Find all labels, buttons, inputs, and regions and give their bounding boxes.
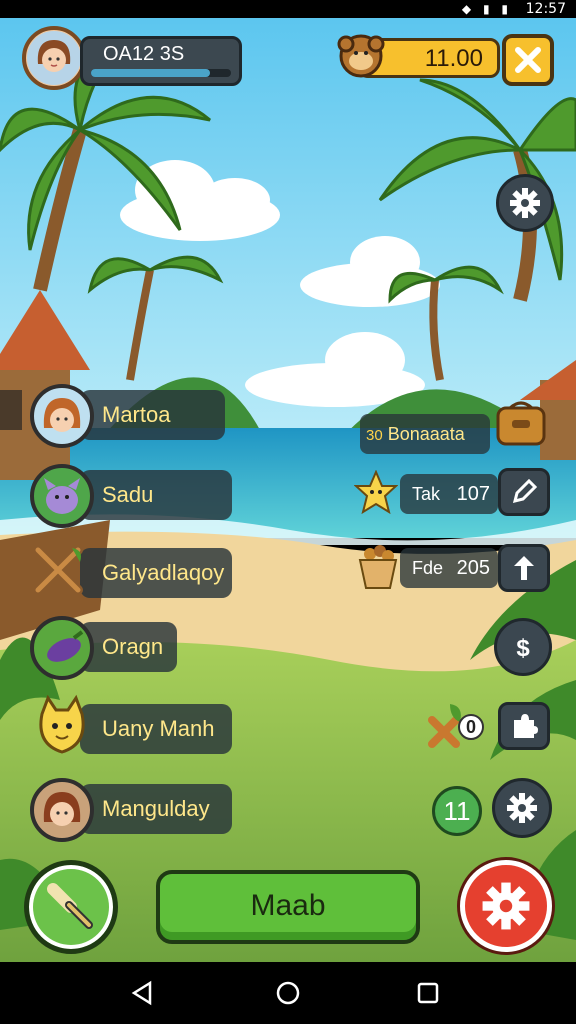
- navigation-bar: [0, 962, 576, 1024]
- pencil-icon: [512, 479, 537, 504]
- player-row[interactable]: Oragn: [80, 622, 177, 672]
- currency-value: 11.00: [424, 45, 483, 72]
- player-row[interactable]: Martoa: [80, 390, 225, 440]
- player-name: Martoa: [102, 402, 171, 427]
- resource-label: Fde: [412, 558, 444, 578]
- crossed-tools-icon: [28, 540, 88, 600]
- player-name: Oragn: [102, 634, 164, 659]
- home-button[interactable]: [274, 979, 302, 1007]
- edit-button[interactable]: [498, 468, 550, 516]
- recents-square-icon: [417, 982, 439, 1004]
- player-name: Sadu: [102, 482, 154, 507]
- bonus-prefix: 30: [366, 427, 383, 444]
- profile-name: OA12 3S: [103, 43, 185, 65]
- basket-icon: [356, 542, 400, 592]
- resource-label: Tak: [412, 484, 441, 504]
- player-avatar: [30, 616, 94, 680]
- profile-face-icon: [27, 31, 81, 85]
- resource-row[interactable]: Tak 107: [400, 474, 498, 514]
- main-action-button[interactable]: Maab: [156, 870, 420, 944]
- settings-button[interactable]: [496, 174, 554, 232]
- bonus-label: Bonaaata: [387, 424, 465, 444]
- puzzle-button[interactable]: [498, 702, 550, 750]
- player-avatar: [30, 464, 94, 528]
- bag-icon[interactable]: [494, 400, 548, 448]
- settings-big-button[interactable]: [460, 860, 552, 952]
- yellow-pet-icon: [32, 694, 92, 758]
- close-button[interactable]: [502, 34, 554, 86]
- girl-avatar-icon: [43, 792, 81, 826]
- player-row[interactable]: Galyadlaqoy: [80, 548, 232, 598]
- main-action-label: Maab: [250, 889, 326, 922]
- tool-button[interactable]: [24, 860, 118, 954]
- upgrade-button[interactable]: [498, 544, 550, 592]
- back-button[interactable]: [128, 979, 156, 1007]
- profile-avatar[interactable]: [22, 26, 86, 90]
- gear-icon: [510, 188, 540, 218]
- arrow-up-icon: [514, 556, 534, 580]
- signal-icons: ◆ ▮ ▮: [461, 2, 512, 16]
- back-triangle-icon: [131, 980, 152, 1006]
- svg-text:$: $: [516, 635, 530, 661]
- player-row[interactable]: Sadu: [80, 470, 232, 520]
- close-icon: [515, 47, 541, 73]
- eggplant-icon: [47, 630, 84, 662]
- player-name: Galyadlaqoy: [102, 560, 225, 585]
- game-scene: ◆ ▮ ▮ 12:57 OA12 3S 11.00 Martoa Sadu Ga…: [0, 0, 576, 1024]
- profile-progress-bar: [91, 69, 231, 77]
- gear-icon: [482, 882, 530, 930]
- player-row[interactable]: Mangulday: [80, 784, 232, 834]
- status-bar: ◆ ▮ ▮ 12:57: [0, 0, 576, 18]
- level-value: 11: [443, 796, 471, 826]
- recents-button[interactable]: [414, 979, 442, 1007]
- player-avatar: [30, 384, 94, 448]
- gear-icon: [507, 793, 537, 823]
- hammer-icon: [47, 883, 93, 929]
- item-count: 0: [465, 717, 476, 737]
- level-badge: 11: [432, 786, 482, 836]
- resource-value: 107: [456, 483, 490, 505]
- player-row[interactable]: Uany Manh: [80, 704, 232, 754]
- bonus-row[interactable]: 30 Bonaaata: [360, 414, 490, 454]
- status-time: 12:57: [525, 1, 566, 17]
- profile-progress-fill: [91, 69, 210, 77]
- puzzle-icon: [514, 714, 538, 738]
- options-button[interactable]: [492, 778, 552, 838]
- player-name: Mangulday: [102, 796, 210, 821]
- purple-creature-icon: [44, 478, 80, 514]
- player-avatar: [30, 778, 94, 842]
- shop-button[interactable]: $: [494, 618, 552, 676]
- resource-row[interactable]: Fde 205: [400, 548, 498, 588]
- profile-bar[interactable]: OA12 3S: [80, 36, 242, 86]
- resource-value: 205: [456, 557, 490, 579]
- star-creature-icon: [353, 469, 399, 518]
- item-count-badge: 0: [458, 714, 484, 740]
- girl-avatar-icon: [43, 398, 81, 432]
- player-name: Uany Manh: [102, 716, 215, 741]
- dollar-icon: $: [516, 635, 530, 661]
- home-circle-icon: [276, 981, 300, 1005]
- monkey-currency-icon: [336, 30, 386, 80]
